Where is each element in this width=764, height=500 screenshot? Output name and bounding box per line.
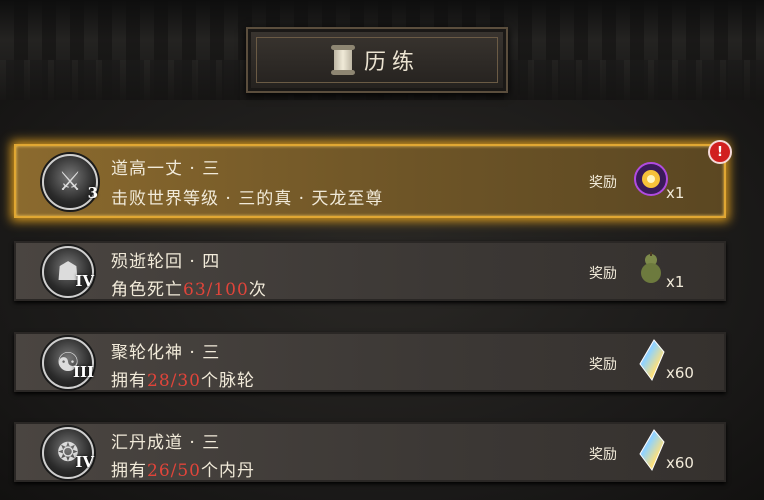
reward-label: 奖励 [589,447,617,463]
reward-quantity: x1 [666,184,685,202]
task-badge-2: ☗ IV [42,246,94,298]
page-title: 历练 [363,50,420,75]
glowing-orb-icon[interactable] [634,162,668,196]
task-name: 道高一丈 · 三 [111,159,221,179]
task-description: 拥有28/30个脉轮 [111,371,255,391]
task-badge-3: ☯ III [42,337,94,389]
task-badge-1: ⚔ 3 [42,154,98,210]
task-tier: 3 [87,184,98,202]
reward-label: 奖励 [589,175,617,191]
task-name: 汇丹成道 · 三 [111,433,221,453]
task-tier: IV [75,272,94,290]
title-plaque: 历练 [246,27,508,93]
task-card-1[interactable]: ⚔ 3 道高一丈 · 三 击败世界等级 · 三的真 · 天龙至尊 奖励 x1 ! [14,140,732,218]
task-name: 殒逝轮回 · 四 [111,252,221,272]
task-card-2[interactable]: ☗ IV 殒逝轮回 · 四 角色死亡63/100次 奖励 x1 [14,241,726,301]
reward-label: 奖励 [589,266,617,282]
task-card-3[interactable]: ☯ III 聚轮化神 · 三 拥有28/30个脉轮 奖励 x60 [14,332,726,392]
gourd-icon[interactable] [634,251,668,285]
task-description: 击败世界等级 · 三的真 · 天龙至尊 [111,189,384,209]
reward-label: 奖励 [589,357,617,373]
reward-quantity: x60 [666,454,694,472]
task-description: 拥有26/50个内丹 [111,461,255,481]
reward-quantity: x1 [666,273,685,291]
scroll-icon [330,45,355,75]
task-card-4[interactable]: ❂ IV 汇丹成道 · 三 拥有26/50个内丹 奖励 x60 [14,422,726,482]
rainbow-crystal-icon[interactable] [634,338,668,382]
rainbow-crystal-icon[interactable] [634,428,668,472]
task-description: 角色死亡63/100次 [111,280,267,300]
task-tier: III [72,363,94,381]
task-name: 聚轮化神 · 三 [111,343,221,363]
task-tier: IV [75,453,94,471]
reward-quantity: x60 [666,364,694,382]
task-badge-4: ❂ IV [42,427,94,479]
alert-badge: ! [708,140,732,164]
